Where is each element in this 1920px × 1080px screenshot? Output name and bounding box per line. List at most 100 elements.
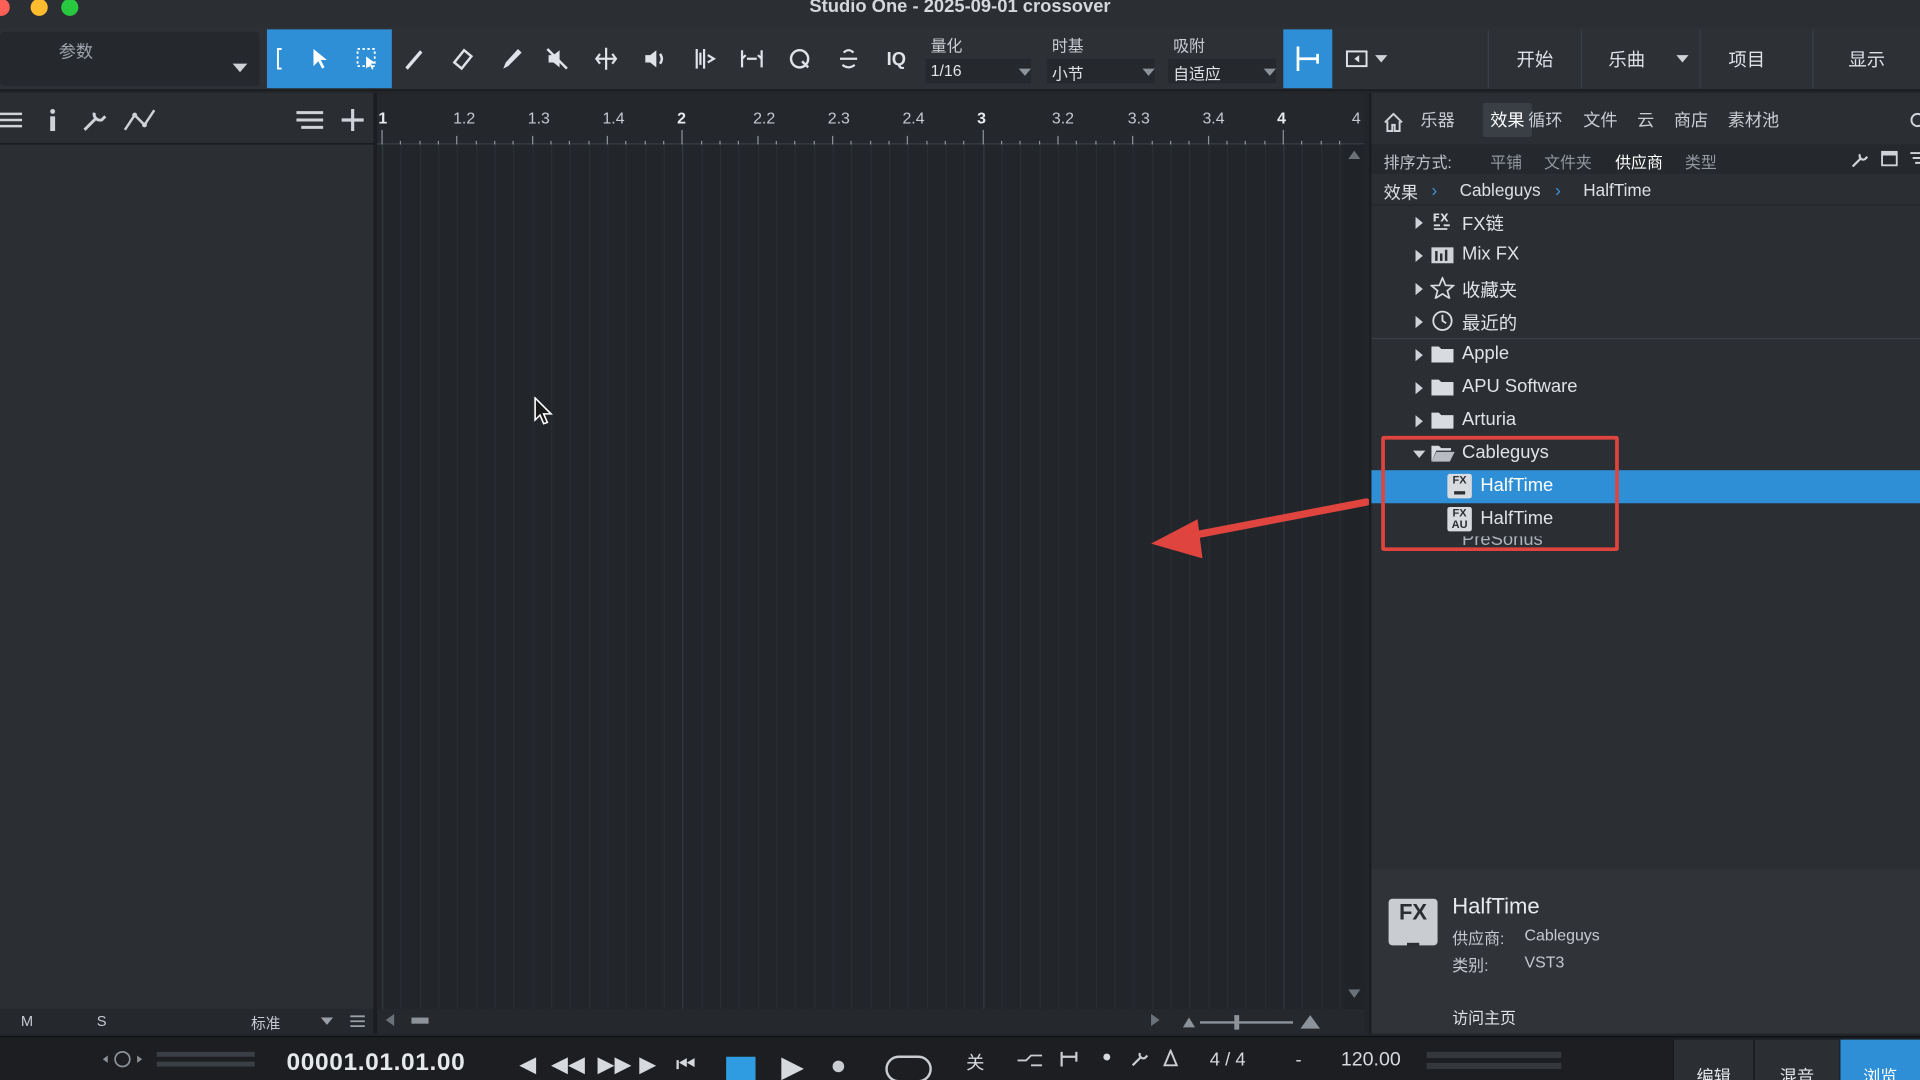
- tab-cloud[interactable]: 云: [1637, 108, 1654, 132]
- tab-mix[interactable]: 混音: [1753, 1039, 1840, 1080]
- tab-edit[interactable]: 编辑: [1672, 1039, 1754, 1080]
- tab-files[interactable]: 文件: [1583, 108, 1617, 132]
- sort-vendor[interactable]: 供应商: [1615, 149, 1663, 172]
- vertical-scrollbar[interactable]: [1344, 144, 1365, 1009]
- menu-icon[interactable]: [0, 110, 24, 130]
- precount-icon[interactable]: [1016, 1052, 1043, 1069]
- stretch-icon[interactable]: [730, 29, 774, 88]
- scroll-up-icon[interactable]: [1348, 149, 1361, 160]
- wrench-icon[interactable]: [1851, 152, 1869, 168]
- list-icon[interactable]: [1910, 151, 1920, 167]
- chevron-right-icon[interactable]: [1415, 249, 1423, 263]
- eraser-tool-icon[interactable]: [441, 29, 485, 88]
- tree-item-fx-chains[interactable]: FX FX链: [1371, 206, 1920, 239]
- quantize-icon[interactable]: [778, 29, 822, 88]
- chevron-down-icon[interactable]: [1369, 29, 1393, 88]
- quantize-value[interactable]: 1/16: [925, 58, 1032, 84]
- chevron-right-icon[interactable]: [1415, 415, 1423, 428]
- scroll-down-icon[interactable]: [1348, 989, 1361, 999]
- listen-tool-icon[interactable]: [633, 29, 677, 88]
- breadcrumb-item[interactable]: 效果: [1384, 180, 1418, 204]
- timecode-display[interactable]: 00001.01.01.00: [287, 1049, 466, 1077]
- timebase-value[interactable]: 小节: [1046, 58, 1155, 84]
- scroll-thumb[interactable]: [411, 1017, 429, 1024]
- tab-instruments[interactable]: 乐器: [1420, 108, 1454, 132]
- tree-item-favorites[interactable]: 收藏夹: [1371, 272, 1920, 305]
- paint-tool-icon[interactable]: [490, 29, 534, 88]
- parameter-selector[interactable]: 参数: [0, 31, 260, 86]
- loop-icon[interactable]: [884, 1054, 933, 1080]
- chevron-right-icon[interactable]: [1415, 382, 1423, 395]
- tree-item-recent[interactable]: 最近的: [1371, 305, 1920, 338]
- split-tool-icon[interactable]: [392, 29, 436, 88]
- metronome-icon[interactable]: [1161, 1049, 1181, 1067]
- horizontal-scrollbar[interactable]: [377, 1008, 1365, 1034]
- time-signature[interactable]: 4 / 4: [1210, 1049, 1246, 1070]
- mute-all-button[interactable]: M: [21, 1013, 33, 1030]
- view-icon[interactable]: [1881, 150, 1898, 167]
- snap-value[interactable]: 自适应: [1168, 58, 1276, 84]
- timebase-control[interactable]: 时基 小节: [1046, 29, 1160, 88]
- tree-item-apu-software[interactable]: APU Software: [1371, 371, 1920, 404]
- wrench-icon[interactable]: [81, 108, 108, 132]
- snap-toggle-button[interactable]: [1283, 29, 1333, 89]
- punch-icon[interactable]: [1058, 1049, 1080, 1069]
- rewind-icon[interactable]: ◀◀: [551, 1052, 585, 1078]
- metronome-off-label[interactable]: 关: [966, 1049, 984, 1075]
- solo-all-button[interactable]: S: [97, 1013, 107, 1030]
- metronome-icon[interactable]: [827, 29, 871, 88]
- iq-button[interactable]: IQ: [874, 29, 918, 88]
- breadcrumb-item[interactable]: Cableguys: [1460, 180, 1541, 200]
- return-to-zero-icon[interactable]: ⏮: [676, 1052, 696, 1078]
- breadcrumb-item[interactable]: HalfTime: [1583, 180, 1651, 200]
- tree-item-apple[interactable]: Apple: [1371, 338, 1920, 371]
- key-display[interactable]: -: [1296, 1049, 1302, 1070]
- chevron-right-icon[interactable]: [1415, 216, 1423, 229]
- sort-flat[interactable]: 平铺: [1490, 149, 1522, 172]
- tempo-display[interactable]: 120.00: [1341, 1049, 1401, 1071]
- homepage-link[interactable]: 访问主页: [1452, 1005, 1516, 1028]
- midi-monitor-icon[interactable]: [100, 1049, 144, 1069]
- tab-pool[interactable]: 素材池: [1728, 108, 1779, 132]
- tab-effects[interactable]: 效果: [1482, 102, 1532, 138]
- zoom-slider[interactable]: [1180, 1013, 1327, 1030]
- add-track-icon[interactable]: [340, 108, 364, 132]
- nav-project-button[interactable]: 项目: [1699, 29, 1793, 89]
- snap-control[interactable]: 吸附 自适应: [1168, 29, 1281, 88]
- record-mode-icon[interactable]: ●: [1102, 1047, 1112, 1065]
- tree-item-mix-fx[interactable]: Mix FX: [1371, 239, 1920, 272]
- arrow-tool-icon[interactable]: [298, 29, 342, 88]
- scroll-left-icon[interactable]: [384, 1013, 395, 1027]
- range-tool-icon[interactable]: [345, 29, 389, 88]
- fast-forward-icon[interactable]: ▶▶: [598, 1052, 632, 1078]
- transient-icon[interactable]: [683, 29, 727, 88]
- search-icon[interactable]: [1910, 112, 1920, 130]
- sort-type[interactable]: 类型: [1685, 149, 1717, 172]
- chevron-down-icon[interactable]: [1413, 450, 1426, 458]
- scroll-right-icon[interactable]: [1151, 1013, 1161, 1027]
- quantize-control[interactable]: 量化 1/16: [925, 29, 1036, 88]
- tree-item-halftime-au[interactable]: FX AU HalfTime: [1371, 503, 1920, 536]
- nav-song-button[interactable]: 乐曲: [1580, 29, 1672, 89]
- tree-item-halftime-vst3[interactable]: FX ▬ HalfTime: [1371, 470, 1920, 504]
- chevron-down-icon[interactable]: [1665, 29, 1699, 88]
- chevron-right-icon[interactable]: [1415, 282, 1423, 296]
- wrench-icon[interactable]: [1131, 1051, 1149, 1067]
- tree-item-arturia[interactable]: Arturia: [1371, 404, 1920, 437]
- stop-button[interactable]: [726, 1056, 756, 1080]
- tree-item-cableguys[interactable]: Cableguys: [1371, 437, 1920, 470]
- tab-loops[interactable]: 循环: [1528, 108, 1562, 132]
- tab-shop[interactable]: 商店: [1674, 108, 1708, 132]
- automation-icon[interactable]: [122, 108, 159, 132]
- sort-folder[interactable]: 文件夹: [1544, 149, 1592, 172]
- bend-tool-icon[interactable]: [584, 29, 628, 88]
- chevron-right-icon[interactable]: [1415, 315, 1423, 329]
- tab-browse[interactable]: 浏览: [1839, 1039, 1920, 1080]
- nav-start-button[interactable]: 开始: [1487, 29, 1581, 89]
- timeline-ruler[interactable]: 1 1.2 1.3 1.4 2 2.2 2.3 2.4 3 3.2 3.3 3.…: [377, 93, 1365, 145]
- home-icon[interactable]: [1384, 112, 1404, 133]
- track-height-mode[interactable]: 标准: [251, 1013, 280, 1034]
- mute-tool-icon[interactable]: [535, 29, 579, 88]
- list-icon[interactable]: [296, 110, 324, 130]
- record-icon[interactable]: ●: [830, 1049, 846, 1080]
